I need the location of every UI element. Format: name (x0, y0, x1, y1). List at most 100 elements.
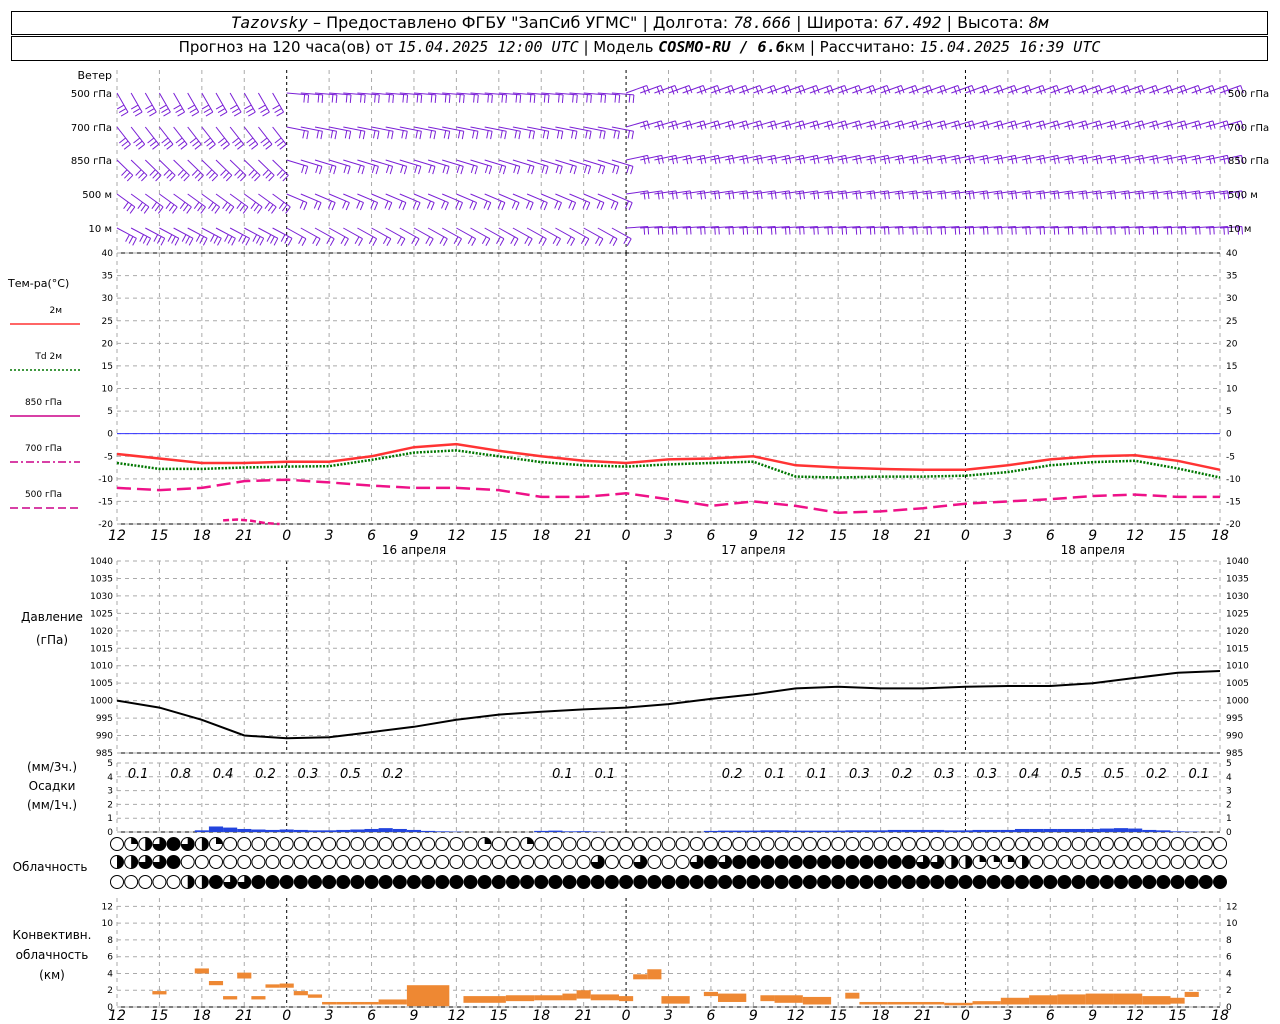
cloud-symbol-overcast (307, 875, 322, 889)
cloud-symbol-overcast (831, 875, 846, 889)
precip-bar (208, 826, 224, 832)
cloud-symbol-overcast (406, 875, 421, 889)
cloud-symbol-overcast (802, 875, 817, 889)
precip-bar (1156, 830, 1171, 832)
precip-bar (1142, 829, 1157, 832)
cloud-symbol-overcast (746, 855, 761, 869)
precip-tick-label-right: 3 (1226, 787, 1232, 797)
cloud-symbol (322, 855, 337, 869)
wind-barb (187, 159, 204, 182)
cloud-symbol (661, 837, 676, 851)
cloud-symbol (901, 837, 916, 851)
convective-bar (774, 995, 803, 1003)
cloud-symbol-overcast (293, 875, 308, 889)
wind-barb (357, 159, 379, 175)
cloud-symbol (916, 837, 931, 851)
wind-barb (116, 159, 134, 182)
wind-barb (159, 193, 178, 214)
conv-tick-label-right: 10 (1226, 919, 1238, 929)
temp-tick-label-left: 15 (102, 362, 113, 372)
precip-bar (915, 829, 931, 832)
pressure-tick-label-right: 1010 (1226, 662, 1249, 672)
temp-tick-label-left: -15 (98, 497, 113, 507)
cloud-symbol (491, 855, 506, 869)
hour-label-bottom: 21 (235, 1008, 253, 1024)
cloud-symbol-fill (993, 855, 1001, 862)
precip-total-label: 0.5 (1061, 767, 1082, 782)
cloud-symbol (350, 837, 365, 851)
cloud-symbol-overcast (817, 875, 832, 889)
hour-label-bottom: 18 (1211, 1008, 1229, 1024)
cloud-symbol-overcast (845, 875, 860, 889)
pressure-tick-label-left: 1035 (90, 574, 113, 584)
wind-barb (243, 92, 256, 117)
cloud-symbol-overcast (392, 875, 407, 889)
wind-barb (244, 193, 263, 214)
wind-barb (201, 193, 221, 214)
cloud-symbol (364, 837, 379, 851)
cloud-symbol-overcast (364, 875, 379, 889)
wind-barb (413, 193, 435, 211)
pressure-tick-label-right: 1030 (1226, 592, 1249, 602)
precip-total-label: 0.5 (1104, 767, 1125, 782)
cloud-symbol-overcast (774, 855, 789, 869)
wind-barb (569, 193, 591, 211)
wind-barb (427, 159, 450, 175)
cloud-symbol (251, 855, 266, 869)
precip-tick-label-right: 2 (1226, 800, 1232, 810)
cloud-symbol (124, 875, 139, 889)
hour-label-bottom: 3 (664, 1008, 673, 1024)
wind-barb (116, 92, 129, 117)
wind-level-label-left: 500 м (82, 190, 112, 201)
convective-bar (859, 1001, 888, 1005)
wind-barb (130, 126, 146, 150)
cloud-symbol (1128, 837, 1143, 851)
conv-tick-label-left: 10 (102, 919, 114, 929)
conv-tick-label-left: 8 (107, 936, 113, 946)
convective-bar (717, 993, 747, 1002)
cloud-symbol (661, 855, 676, 869)
precip-bar (322, 830, 337, 832)
temp-tick-label-right: -10 (1226, 475, 1241, 485)
wind-barb (173, 193, 192, 214)
cloud-symbol (788, 837, 803, 851)
hour-label: 9 (1088, 528, 1097, 544)
cloud-symbol (647, 855, 662, 869)
cloud-symbol-overcast (562, 875, 577, 889)
cloud-symbol-overcast (887, 855, 902, 869)
temp-tick-label-right: 30 (1226, 294, 1238, 304)
hour-label-bottom: 12 (1126, 1008, 1144, 1024)
wind-barb (541, 159, 563, 175)
hour-label: 15 (1169, 528, 1187, 544)
temp-tick-label-right: -15 (1226, 497, 1241, 507)
pressure-tick-label-left: 990 (96, 732, 113, 742)
convective-bar (251, 996, 266, 1000)
precip-tick-label-right: 4 (1226, 773, 1232, 783)
cloud-symbol (1184, 837, 1199, 851)
cloud-symbol-overcast (859, 855, 874, 869)
precip-total-label: 0.4 (1019, 767, 1040, 782)
cloud-symbol-fill (131, 837, 138, 844)
pressure-tick-label-right: 995 (1226, 714, 1243, 724)
hour-label: 0 (622, 528, 631, 544)
wind-barb (555, 159, 577, 175)
precip-total-label: 0.3 (934, 767, 955, 782)
temp-tick-label-left: 40 (102, 249, 114, 259)
cloud-symbol (576, 855, 591, 869)
hour-label: 18 (193, 528, 211, 544)
precip-bar (1057, 828, 1072, 832)
cloud-symbol (831, 837, 846, 851)
cloud-symbol (1099, 837, 1114, 851)
wind-level-label-right: 850 гПа (1228, 156, 1269, 167)
precip-bar (435, 831, 450, 832)
temp-tick-label-right: -5 (1226, 452, 1235, 462)
cloud-symbol-fill (215, 837, 223, 844)
wind-barb (512, 193, 534, 211)
wind-barb (158, 92, 171, 117)
convective-bar (633, 974, 648, 980)
cloud-symbol (435, 837, 450, 851)
precip-bar (873, 830, 888, 832)
cloud-symbol (1198, 837, 1213, 851)
precip-bar (194, 830, 209, 832)
precip-bar (293, 829, 308, 832)
